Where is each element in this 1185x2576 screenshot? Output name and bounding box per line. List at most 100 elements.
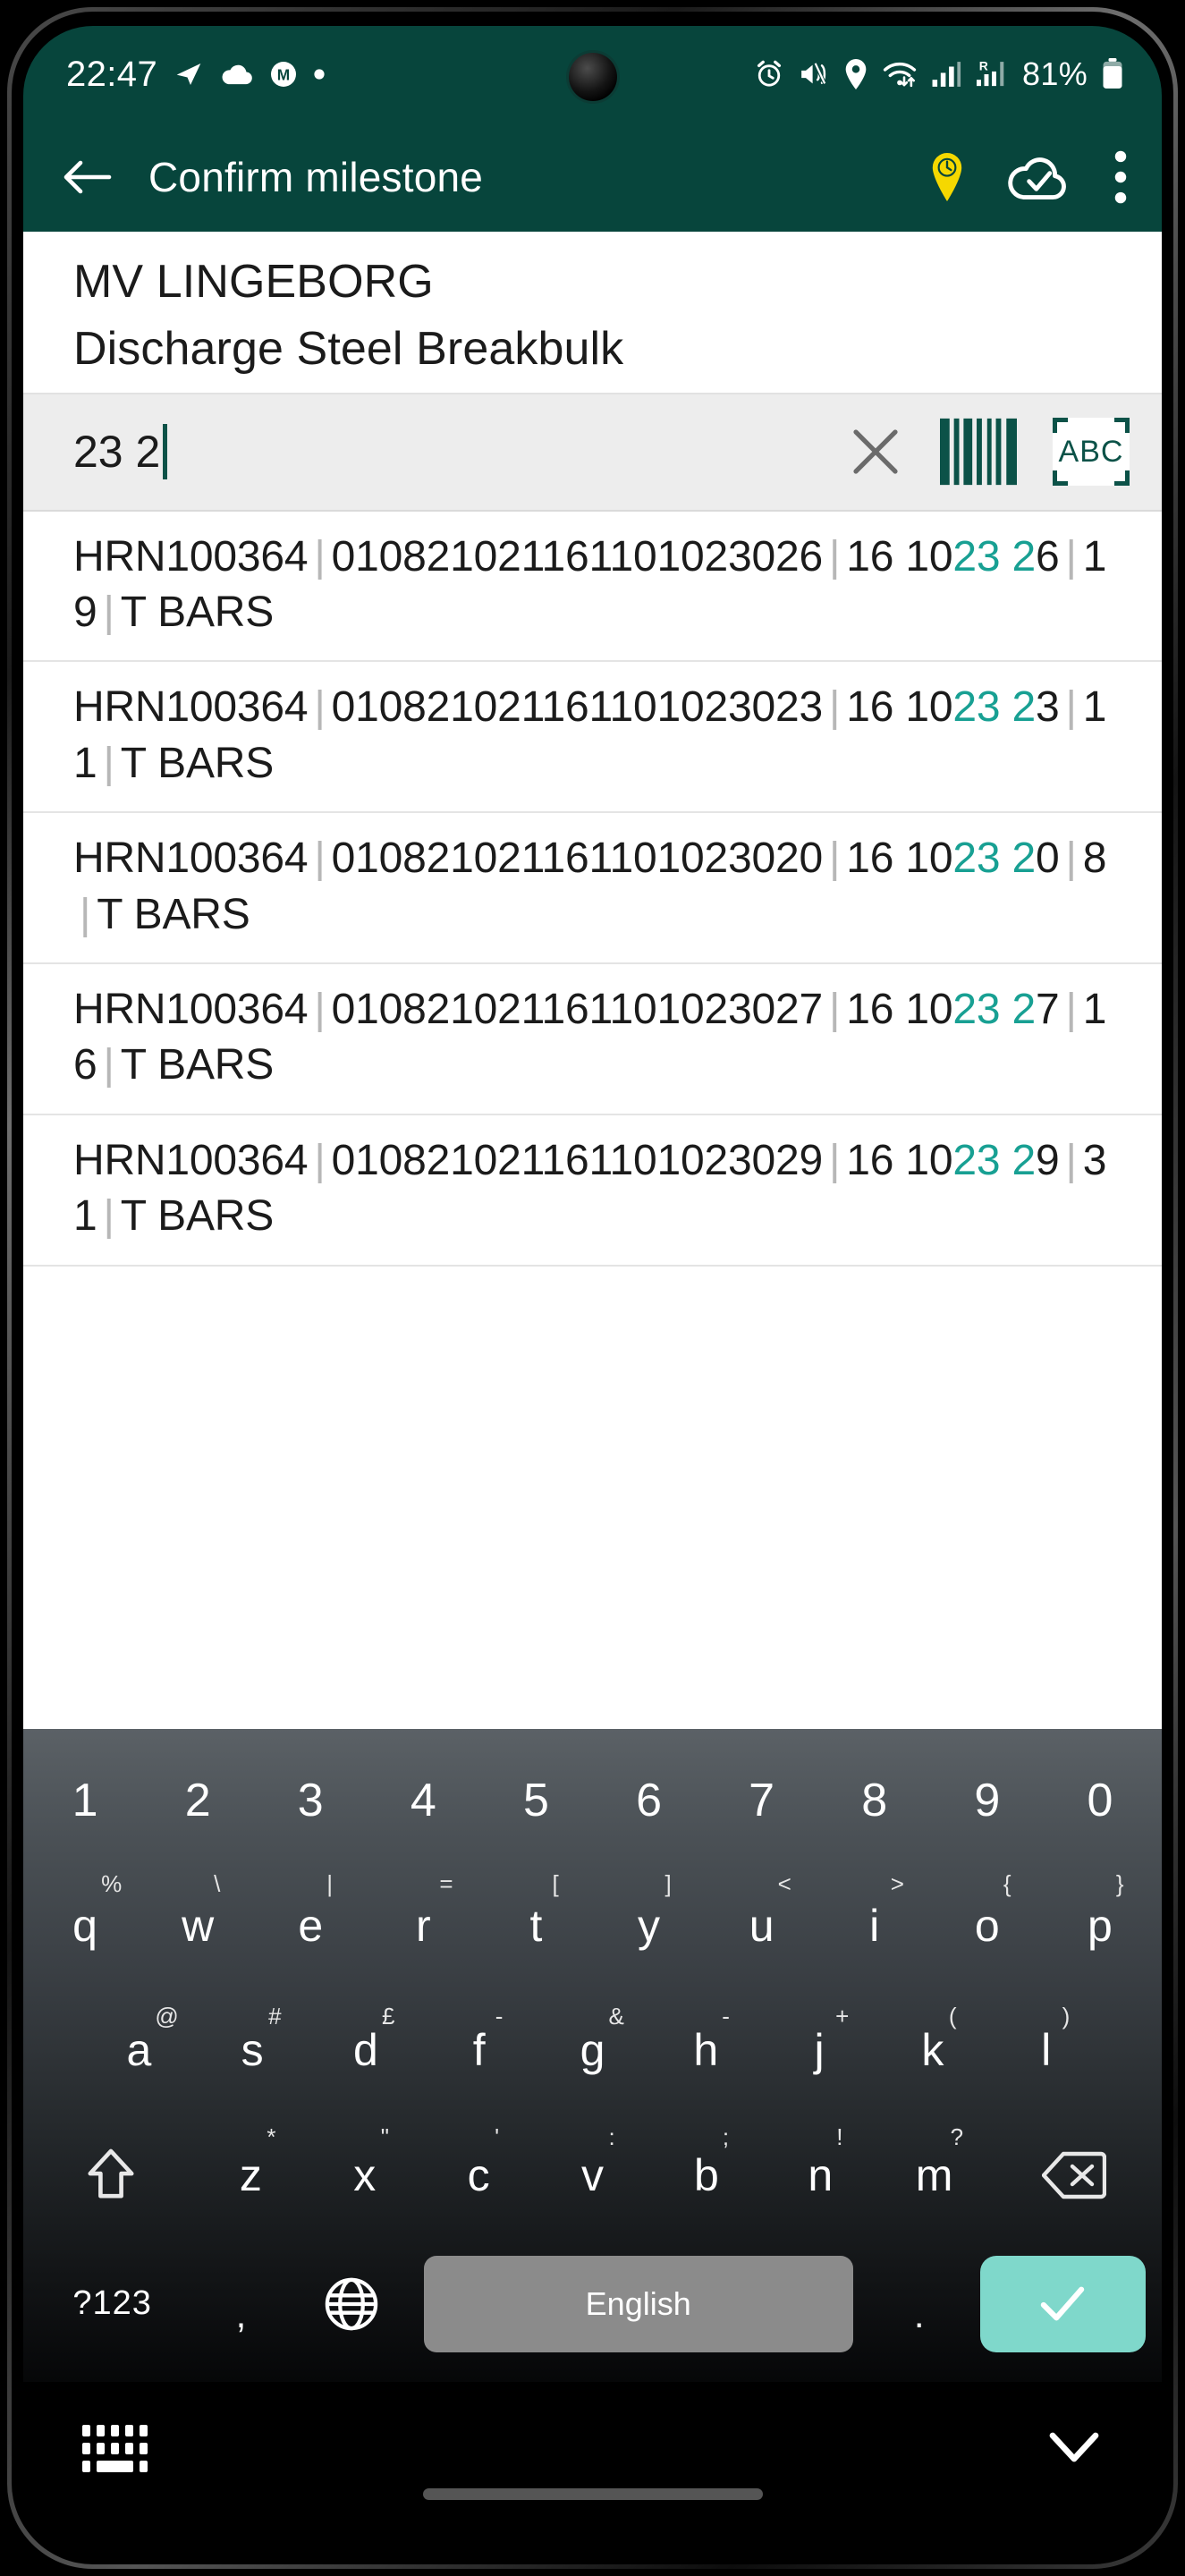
key-0[interactable]: 0 xyxy=(1044,1738,1156,1863)
mute-vibrate-icon xyxy=(798,60,830,89)
row-mark-suffix: 0 xyxy=(1035,835,1060,883)
row-mark-hl2: 2 xyxy=(1011,835,1036,883)
ocr-scan-icon[interactable]: ABC xyxy=(1053,418,1130,487)
key-r[interactable]: = r xyxy=(367,1863,479,1988)
keyboard-row-asdf: @ a # s £ d -f & g -h + j (k ) l xyxy=(29,1988,1156,2114)
key-t[interactable]: [t xyxy=(479,1863,592,1988)
virtual-keyboard[interactable]: 1 2 3 4 5 6 7 8 9 0 % q \ w | e = r [t ] y < u… xyxy=(23,1729,1162,2382)
table-row[interactable]: HRN100364 | 010821021161101023027 | 16 1023 … xyxy=(23,964,1162,1115)
key-i[interactable]: > i xyxy=(818,1863,931,1988)
key-3[interactable]: 3 xyxy=(254,1738,367,1863)
key-2[interactable]: 2 xyxy=(141,1738,254,1863)
key-d[interactable]: £ d xyxy=(309,1988,423,2114)
search-input-wrapper[interactable]: 23 2 xyxy=(73,424,168,480)
abc-corner-tr xyxy=(1114,418,1130,434)
close-icon[interactable] xyxy=(847,423,904,480)
key-c[interactable]: ' c xyxy=(421,2113,535,2238)
status-bar-right: R 81% xyxy=(754,55,1124,93)
key-4[interactable]: 4 xyxy=(367,1738,479,1863)
barcode-icon[interactable] xyxy=(940,418,1017,486)
location-time-pin-icon[interactable] xyxy=(931,153,963,201)
shift-key[interactable] xyxy=(29,2113,194,2238)
key-v[interactable]: :v xyxy=(536,2113,649,2238)
search-bar[interactable]: 23 2 ABC xyxy=(23,392,1162,512)
abc-corner-bl xyxy=(1053,470,1068,487)
row-sep: | xyxy=(80,890,91,938)
key-w[interactable]: \ w xyxy=(141,1863,254,1988)
key-s[interactable]: # s xyxy=(196,1988,309,2114)
row-sep: | xyxy=(103,589,114,637)
key-z[interactable]: * z xyxy=(194,2113,308,2238)
key-h[interactable]: -h xyxy=(649,1988,763,2114)
row-barcode: 010821021161101023029 xyxy=(331,1136,823,1184)
row-mark-prefix: 16 10 xyxy=(846,986,953,1033)
key-p[interactable]: } p xyxy=(1044,1863,1156,1988)
kbd-dot xyxy=(140,2425,148,2436)
gesture-handle[interactable] xyxy=(422,2488,763,2500)
space-key[interactable]: English xyxy=(423,2255,853,2352)
row-product: T BARS xyxy=(120,1041,275,1089)
key-x[interactable]: " x xyxy=(308,2113,421,2238)
row-sep: | xyxy=(828,1136,841,1184)
dot-icon xyxy=(313,68,326,80)
row-sep: | xyxy=(314,835,326,883)
results-list[interactable]: HRN100364 | 010821021161101023026 | 16 1023 … xyxy=(23,511,1162,1729)
key-b[interactable]: ; b xyxy=(649,2113,763,2238)
key-j[interactable]: + j xyxy=(763,1988,876,2114)
key-9[interactable]: 9 xyxy=(931,1738,1044,1863)
key-m[interactable]: ? m xyxy=(877,2113,991,2238)
row-sep: | xyxy=(828,532,841,580)
enter-key[interactable] xyxy=(979,2255,1146,2352)
signal-icon xyxy=(931,60,961,89)
keyboard-row-bottom: ?123 , English . xyxy=(29,2238,1156,2382)
key-a[interactable]: @ a xyxy=(82,1988,196,2114)
row-sep: | xyxy=(103,1192,114,1241)
row-content: HRN100364 | 010821021161101023026 | 16 1023 … xyxy=(73,530,1112,641)
table-row[interactable]: HRN100364 | 010821021161101023029 | 16 1023 … xyxy=(23,1115,1162,1267)
phone-screen: 22:47 M R 81% Confirm milestone MV LINGE… xyxy=(23,26,1162,2552)
row-sep: | xyxy=(1065,835,1077,883)
row-mark-prefix: 16 10 xyxy=(846,1136,953,1184)
table-row[interactable]: HRN100364 | 010821021161101023020 | 16 1023 … xyxy=(23,813,1162,964)
kbd-dot xyxy=(97,2425,105,2436)
key-1[interactable]: 1 xyxy=(29,1738,141,1863)
back-arrow-icon[interactable] xyxy=(63,157,113,198)
overflow-menu-icon[interactable] xyxy=(1113,150,1128,204)
cloud-icon xyxy=(220,61,254,88)
row-content: HRN100364 | 010821021161101023023 | 16 1023 … xyxy=(73,680,1112,792)
language-globe-icon[interactable] xyxy=(293,2256,410,2352)
app-bar-actions xyxy=(931,150,1128,204)
table-row[interactable]: HRN100364 | 010821021161101023023 | 16 1023 … xyxy=(23,662,1162,814)
row-mark-hl1: 23 xyxy=(952,835,1001,883)
key-n[interactable]: ! n xyxy=(764,2113,877,2238)
key-u[interactable]: < u xyxy=(706,1863,818,1988)
wifi-icon xyxy=(882,60,918,89)
comma-key[interactable]: , xyxy=(189,2256,292,2352)
key-e[interactable]: | e xyxy=(254,1863,367,1988)
show-keyboard-icon[interactable] xyxy=(82,2425,148,2472)
key-k[interactable]: (k xyxy=(876,1988,989,2114)
key-5[interactable]: 5 xyxy=(479,1738,592,1863)
row-barcode: 010821021161101023027 xyxy=(331,986,823,1033)
key-7[interactable]: 7 xyxy=(706,1738,818,1863)
key-q[interactable]: % q xyxy=(29,1863,141,1988)
row-mark-hl2: 2 xyxy=(1011,532,1036,580)
hide-keyboard-icon[interactable] xyxy=(1045,2421,1103,2476)
symbols-key[interactable]: ?123 xyxy=(36,2256,189,2352)
battery-percent: 81% xyxy=(1022,55,1088,92)
table-row[interactable]: HRN100364 | 010821021161101023026 | 16 1023 … xyxy=(23,512,1162,663)
key-o[interactable]: {o xyxy=(931,1863,1044,1988)
key-y[interactable]: ] y xyxy=(593,1863,706,1988)
backspace-key[interactable] xyxy=(991,2113,1156,2238)
period-key[interactable]: . xyxy=(868,2256,971,2352)
cloud-check-icon[interactable] xyxy=(1004,150,1072,204)
key-l[interactable]: ) l xyxy=(989,1988,1103,2114)
key-g[interactable]: & g xyxy=(536,1988,649,2114)
search-input[interactable]: 23 2 xyxy=(73,426,160,478)
key-f[interactable]: -f xyxy=(422,1988,536,2114)
key-6[interactable]: 6 xyxy=(593,1738,706,1863)
kbd-dot xyxy=(82,2461,90,2472)
monzo-m-icon: M xyxy=(269,60,298,89)
key-8[interactable]: 8 xyxy=(818,1738,931,1863)
app-bar: Confirm milestone xyxy=(23,123,1162,232)
